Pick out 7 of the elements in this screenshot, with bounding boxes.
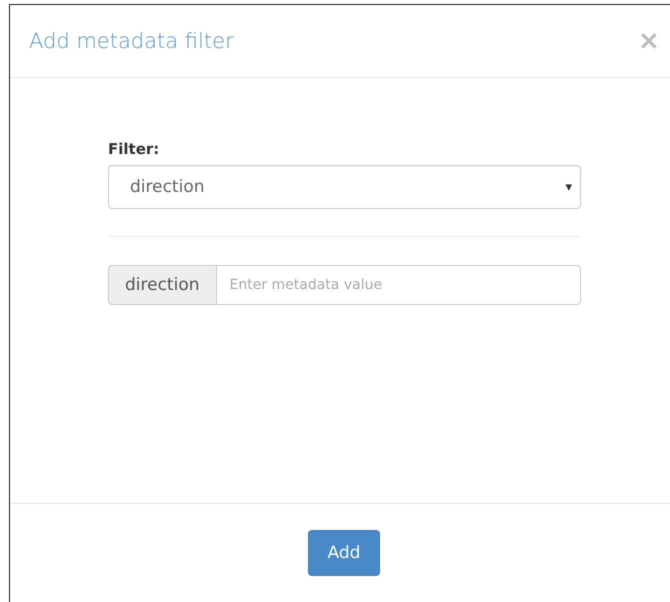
close-button[interactable]: × xyxy=(638,27,660,55)
filter-dropdown[interactable]: direction ▾ xyxy=(108,165,581,209)
metadata-key-label: direction xyxy=(108,265,216,305)
add-button[interactable]: Add xyxy=(308,530,380,576)
dialog-title: Add metadata filter xyxy=(29,29,234,53)
filter-label: Filter: xyxy=(108,140,160,158)
metadata-value-field[interactable]: Enter metadata value xyxy=(216,265,581,305)
